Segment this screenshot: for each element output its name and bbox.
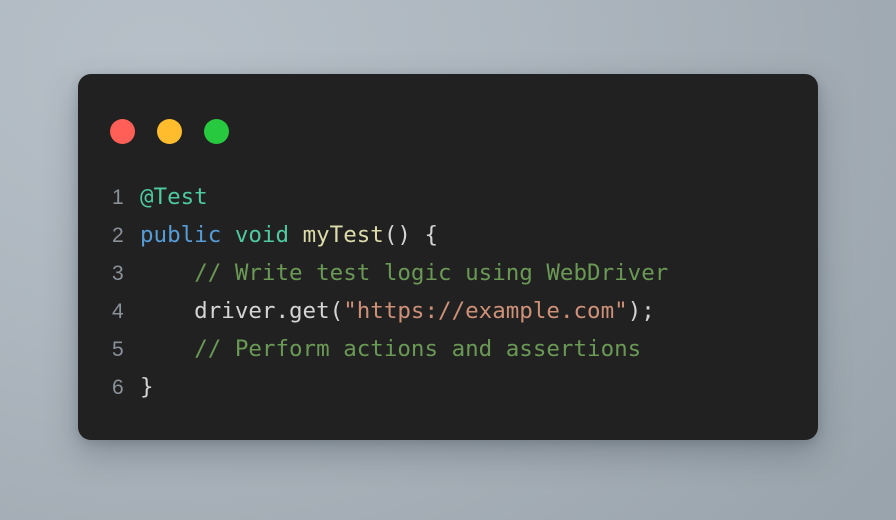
code-text: // Write test logic using WebDriver (140, 254, 668, 292)
code-window: 1 @Test 2 public void myTest() {3 // Write … (78, 74, 818, 440)
close-button-icon[interactable] (110, 119, 135, 144)
token-plain: } (140, 374, 154, 400)
token-type: void (234, 222, 290, 248)
line-number: 1 (112, 186, 124, 209)
code-line[interactable]: 1 @Test (78, 178, 818, 216)
code-text: // Perform actions and assertions (140, 330, 641, 368)
code-line[interactable]: 3 // Write test logic using WebDriver (78, 254, 818, 292)
token-string: "https://example.com" (343, 298, 628, 324)
maximize-button-icon[interactable] (204, 119, 229, 144)
line-number: 2 (112, 224, 124, 247)
code-line[interactable]: 4 driver.get("https://example.com"); (78, 292, 818, 330)
code-editor[interactable]: 1 @Test 2 public void myTest() {3 // Write … (78, 178, 818, 406)
code-line[interactable]: 5 // Perform actions and assertions (78, 330, 818, 368)
minimize-button-icon[interactable] (157, 119, 182, 144)
token-plain: () { (383, 222, 439, 248)
token-keyword: public (140, 222, 222, 248)
code-text: @Test (140, 178, 208, 216)
code-text: } (140, 368, 154, 406)
code-line[interactable]: 6} (78, 368, 818, 406)
token-function: myTest (302, 222, 384, 248)
code-text: public void myTest() { (140, 216, 438, 254)
line-number: 3 (112, 262, 124, 285)
window-titlebar (110, 119, 229, 144)
page-background: 1 @Test 2 public void myTest() {3 // Write … (0, 0, 896, 520)
token-annotation: @Test (140, 184, 208, 210)
token-plain: driver.get( (140, 298, 344, 324)
token-comment: // Perform actions and assertions (194, 336, 642, 362)
line-number: 5 (112, 338, 124, 361)
line-number: 4 (112, 300, 124, 323)
code-text: driver.get("https://example.com"); (140, 292, 655, 330)
token-plain: ); (627, 298, 655, 324)
line-number: 6 (112, 376, 124, 399)
token-comment: // Write test logic using WebDriver (194, 260, 669, 286)
code-line[interactable]: 2 public void myTest() { (78, 216, 818, 254)
